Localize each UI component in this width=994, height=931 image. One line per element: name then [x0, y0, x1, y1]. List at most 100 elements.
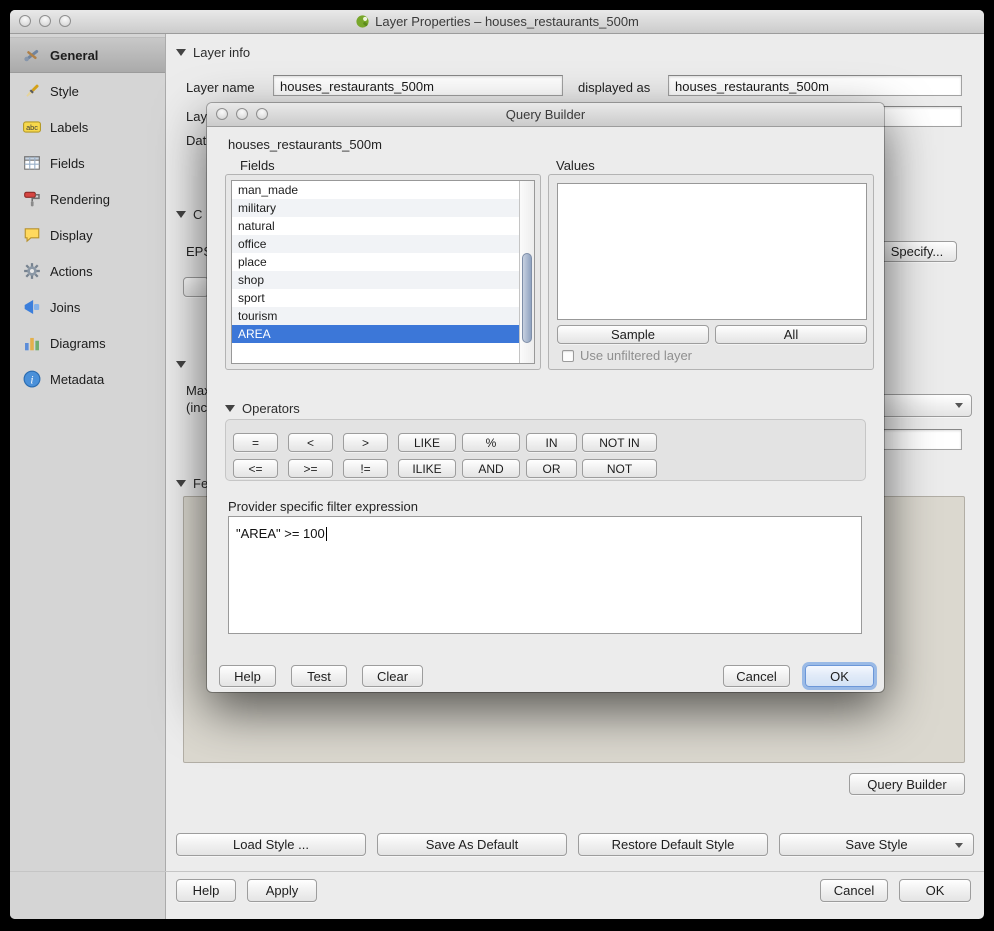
operator-lt-button[interactable]: <: [288, 433, 333, 452]
use-unfiltered-label: Use unfiltered layer: [580, 348, 692, 363]
fields-label: Fields: [240, 158, 275, 173]
sidebar-item-general[interactable]: General: [10, 37, 165, 73]
load-style-button[interactable]: Load Style ...: [176, 833, 366, 856]
operator-not-button[interactable]: NOT: [582, 459, 657, 478]
sidebar-item-labels[interactable]: abc Labels: [10, 109, 165, 145]
dialog-titlebar[interactable]: Query Builder: [207, 103, 884, 127]
field-list-item[interactable]: military: [232, 199, 519, 217]
fields-groupbox: man_made military natural office place s…: [225, 174, 541, 370]
scale-section-header[interactable]: [176, 361, 186, 368]
sample-button[interactable]: Sample: [557, 325, 709, 344]
field-list-item[interactable]: man_made: [232, 181, 519, 199]
scrollbar-thumb[interactable]: [522, 253, 532, 343]
dialog-help-button[interactable]: Help: [219, 665, 276, 687]
displayed-as-input[interactable]: houses_restaurants_500m: [668, 75, 962, 96]
dialog-ok-button[interactable]: OK: [805, 665, 874, 687]
operator-eq-button[interactable]: =: [233, 433, 278, 452]
disclosure-triangle-icon: [176, 49, 186, 56]
speech-bubble-icon: [23, 226, 41, 244]
paintbrush-icon: [23, 82, 41, 100]
field-list-item[interactable]: natural: [232, 217, 519, 235]
wrench-icon: [23, 46, 41, 64]
save-style-button[interactable]: Save Style: [779, 833, 974, 856]
dropdown-arrow-icon: [955, 403, 963, 408]
scale-inclusive-label: (inc: [186, 400, 207, 415]
layer-info-section-header[interactable]: Layer info: [176, 45, 250, 60]
fields-list: man_made military natural office place s…: [231, 180, 535, 364]
sidebar-item-label: Diagrams: [50, 336, 106, 351]
use-unfiltered-checkbox[interactable]: [562, 350, 574, 362]
values-list[interactable]: [557, 183, 867, 320]
field-list-item[interactable]: tourism: [232, 307, 519, 325]
operator-gte-button[interactable]: >=: [288, 459, 333, 478]
operator-lte-button[interactable]: <=: [233, 459, 278, 478]
operator-or-button[interactable]: OR: [526, 459, 577, 478]
restore-default-style-button[interactable]: Restore Default Style: [578, 833, 768, 856]
sidebar-item-joins[interactable]: Joins: [10, 289, 165, 325]
dialog-layer-name: houses_restaurants_500m: [228, 137, 382, 152]
expression-textarea[interactable]: "AREA" >= 100: [228, 516, 862, 634]
operator-neq-button[interactable]: !=: [343, 459, 388, 478]
save-style-label: Save Style: [845, 837, 907, 852]
operator-gt-button[interactable]: >: [343, 433, 388, 452]
all-button[interactable]: All: [715, 325, 867, 344]
field-list-item[interactable]: place: [232, 253, 519, 271]
dialog-clear-button[interactable]: Clear: [362, 665, 423, 687]
dialog-cancel-button[interactable]: Cancel: [723, 665, 790, 687]
ok-button[interactable]: OK: [899, 879, 971, 902]
sidebar-item-display[interactable]: Display: [10, 217, 165, 253]
layer-source-label: Lay: [186, 109, 207, 124]
sidebar-item-label: Fields: [50, 156, 85, 171]
svg-text:abc: abc: [26, 123, 38, 132]
apply-button[interactable]: Apply: [247, 879, 317, 902]
abc-label-icon: abc: [23, 118, 41, 136]
sidebar-item-label: Metadata: [50, 372, 104, 387]
sidebar-item-diagrams[interactable]: Diagrams: [10, 325, 165, 361]
query-builder-dialog: Query Builder houses_restaurants_500m Fi…: [207, 103, 884, 692]
layer-name-input[interactable]: houses_restaurants_500m: [273, 75, 563, 96]
operators-header-label: Operators: [242, 401, 300, 416]
chart-icon: [23, 334, 41, 352]
cancel-button[interactable]: Cancel: [820, 879, 888, 902]
qgis-icon: [355, 14, 370, 29]
window-title: Layer Properties – houses_restaurants_50…: [10, 10, 984, 33]
sidebar-item-rendering[interactable]: Rendering: [10, 181, 165, 217]
field-list-item[interactable]: office: [232, 235, 519, 253]
expression-label: Provider specific filter expression: [228, 499, 418, 514]
values-groupbox: Sample All Use unfiltered layer: [548, 174, 874, 370]
partially-hidden-button[interactable]: [183, 277, 209, 297]
sidebar-item-actions[interactable]: Actions: [10, 253, 165, 289]
dropdown-arrow-icon: [955, 843, 963, 848]
sidebar-item-style[interactable]: Style: [10, 73, 165, 109]
fields-scrollbar[interactable]: [519, 181, 534, 363]
operator-like-button[interactable]: LIKE: [398, 433, 456, 452]
field-list-item[interactable]: sport: [232, 289, 519, 307]
query-builder-button[interactable]: Query Builder: [849, 773, 965, 795]
join-icon: [23, 298, 41, 316]
operator-ilike-button[interactable]: ILIKE: [398, 459, 456, 478]
operator-in-button[interactable]: IN: [526, 433, 577, 452]
operator-and-button[interactable]: AND: [462, 459, 520, 478]
gear-icon: [23, 262, 41, 280]
window-title-text: Layer Properties – houses_restaurants_50…: [375, 14, 639, 29]
specify-crs-button[interactable]: Specify...: [877, 241, 957, 262]
operator-not-in-button[interactable]: NOT IN: [582, 433, 657, 452]
field-list-item[interactable]: shop: [232, 271, 519, 289]
main-titlebar[interactable]: Layer Properties – houses_restaurants_50…: [10, 10, 984, 34]
footer-divider: [10, 871, 984, 872]
crs-section-header[interactable]: C: [176, 207, 202, 222]
info-icon: i: [23, 370, 41, 388]
operators-groupbox: = < > LIKE % IN NOT IN <= >= != ILIKE AN…: [225, 419, 866, 481]
sidebar-item-metadata[interactable]: i Metadata: [10, 361, 165, 397]
sidebar-item-fields[interactable]: Fields: [10, 145, 165, 181]
sidebar-item-label: Display: [50, 228, 93, 243]
operator-percent-button[interactable]: %: [462, 433, 520, 452]
dialog-test-button[interactable]: Test: [291, 665, 347, 687]
operators-section-header[interactable]: Operators: [225, 401, 300, 416]
help-button[interactable]: Help: [176, 879, 236, 902]
field-list-item-selected[interactable]: AREA: [232, 325, 519, 343]
sidebar-item-label: Actions: [50, 264, 93, 279]
expression-text: "AREA" >= 100: [236, 526, 325, 541]
features-section-header[interactable]: Fe: [176, 476, 208, 491]
save-as-default-button[interactable]: Save As Default: [377, 833, 567, 856]
